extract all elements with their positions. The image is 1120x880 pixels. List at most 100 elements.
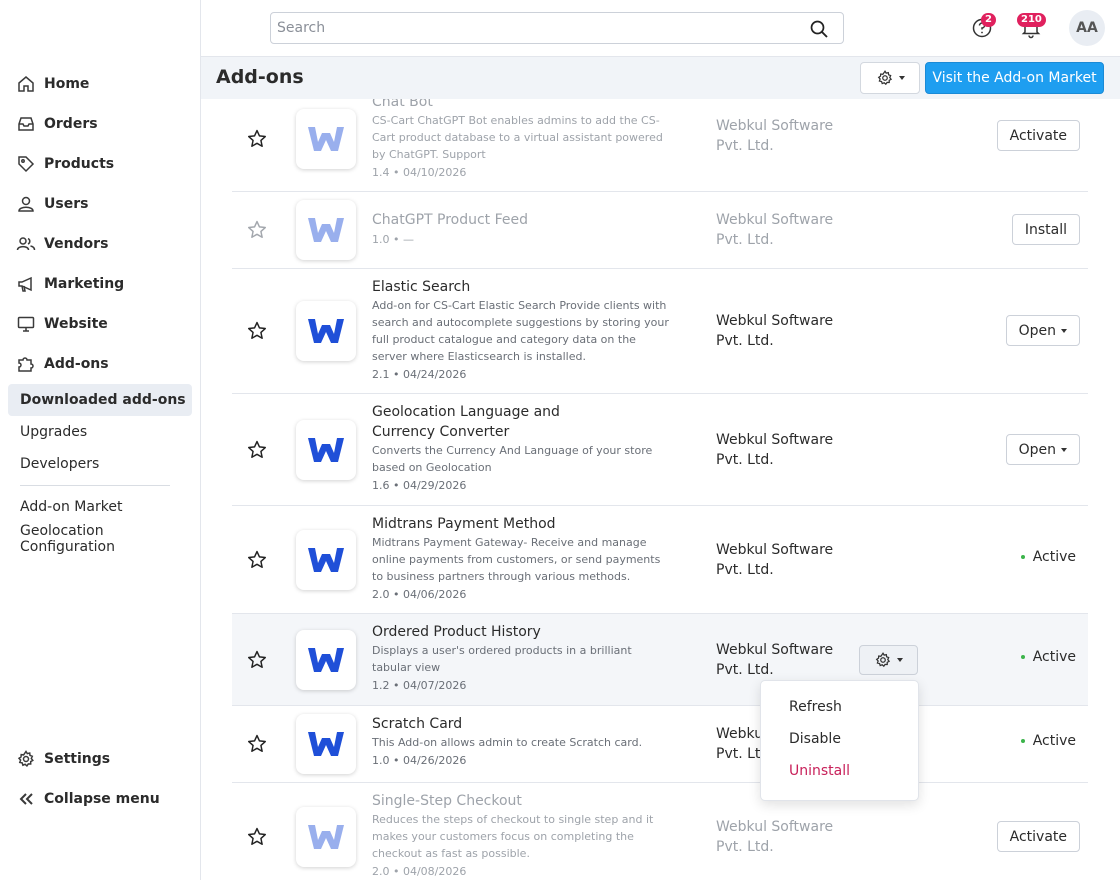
addon-description: Add-on for CS-Cart Elastic Search Provid… <box>372 299 669 363</box>
open-dropdown-button[interactable]: Open <box>1005 434 1080 465</box>
addon-vendor: Webkul Software Pvt. Ltd. <box>716 819 834 855</box>
nav-marketing[interactable]: Marketing <box>16 269 124 299</box>
addon-description: Reduces the steps of checkout to single … <box>372 813 654 860</box>
addon-logo <box>296 630 356 690</box>
addon-name[interactable]: Single-Step Checkout <box>372 791 662 811</box>
addon-row: ChatGPT Product Feed 1.0 • — Webkul Soft… <box>232 192 1088 269</box>
menu-item-refresh[interactable]: Refresh <box>789 699 842 715</box>
open-button-label: Open <box>1018 441 1056 458</box>
nav-products[interactable]: Products <box>16 149 114 179</box>
status-label: Active <box>1032 733 1076 749</box>
menu-item-disable[interactable]: Disable <box>789 731 841 747</box>
subnav-addon-market[interactable]: Add-on Market <box>8 491 192 523</box>
nav-orders-label: Orders <box>44 116 98 132</box>
star-icon[interactable] <box>246 128 268 150</box>
open-dropdown-button[interactable]: Open <box>1005 315 1080 346</box>
nav-website[interactable]: Website <box>16 309 108 339</box>
status-active: Active <box>1020 649 1076 665</box>
addon-version-date: 1.0 • — <box>372 233 414 246</box>
addon-description: Displays a user's ordered products in a … <box>372 644 632 674</box>
addon-description: This Add-on allows admin to create Scrat… <box>372 736 643 749</box>
home-icon <box>18 76 34 92</box>
monitor-icon <box>17 316 35 332</box>
install-button[interactable]: Install <box>1011 214 1080 245</box>
addon-version-date: 2.1 • 04/24/2026 <box>372 368 467 381</box>
addon-description: Midtrans Payment Gateway- Receive and ma… <box>372 536 661 583</box>
addon-name[interactable]: Elastic Search <box>372 277 672 297</box>
addon-description: Converts the Currency And Language of yo… <box>372 444 653 474</box>
avatar[interactable]: AA <box>1069 10 1105 46</box>
addon-row: Elastic Search Add-on for CS-Cart Elasti… <box>232 269 1088 394</box>
addon-logo <box>296 714 356 774</box>
addon-logo <box>296 109 356 169</box>
addon-name[interactable]: Ordered Product History <box>372 622 642 642</box>
webkul-logo-icon <box>308 319 344 343</box>
addon-row: Single-Step Checkout Reduces the steps o… <box>232 783 1088 880</box>
addon-version-date: 1.2 • 04/07/2026 <box>372 679 467 692</box>
star-icon[interactable] <box>246 219 268 241</box>
menu-item-uninstall[interactable]: Uninstall <box>789 763 850 779</box>
subnav-upgrades[interactable]: Upgrades <box>8 416 192 448</box>
addon-version-date: 1.4 • 04/10/2026 <box>372 166 467 179</box>
addon-vendor: Webkul Software Pvt. Ltd. <box>716 118 834 154</box>
puzzle-icon <box>18 357 34 372</box>
double-chevron-left-icon <box>19 793 33 805</box>
nav-vendors[interactable]: Vendors <box>16 229 108 259</box>
search-icon[interactable] <box>809 19 829 39</box>
addon-vendor: Webkul Software Pvt. Ltd. <box>716 642 834 678</box>
star-icon[interactable] <box>246 549 268 571</box>
star-icon[interactable] <box>246 733 268 755</box>
addon-name[interactable]: Scratch Card <box>372 714 672 734</box>
search-input[interactable] <box>271 13 791 43</box>
star-icon[interactable] <box>246 320 268 342</box>
addon-info: Ordered Product History Displays a user'… <box>372 622 642 694</box>
visit-addon-market-button[interactable]: Visit the Add-on Market <box>925 62 1104 94</box>
addon-name[interactable]: ChatGPT Product Feed <box>372 210 672 230</box>
addon-settings-button[interactable] <box>859 645 918 675</box>
users-icon <box>16 237 36 251</box>
help-badge: 2 <box>981 13 996 27</box>
nav-orders[interactable]: Orders <box>16 109 98 139</box>
nav-addons[interactable]: Add-ons <box>16 349 109 379</box>
activate-button[interactable]: Activate <box>996 120 1080 151</box>
nav-settings[interactable]: Settings <box>16 744 110 774</box>
addon-info: ChatGPT Product Feed 1.0 • — <box>372 210 672 248</box>
addon-logo <box>296 420 356 480</box>
status-active: Active <box>1020 733 1076 749</box>
subnav-geolocation-configuration[interactable]: Geolocation Configuration <box>8 523 192 555</box>
nav-marketing-label: Marketing <box>44 276 125 292</box>
user-icon <box>18 196 34 212</box>
addon-name[interactable]: Midtrans Payment Method <box>372 514 662 534</box>
star-icon[interactable] <box>246 439 268 461</box>
addon-vendor: Webkul Software Pvt. Ltd. <box>716 542 834 578</box>
nav-users[interactable]: Users <box>16 189 88 219</box>
chevron-down-icon <box>1061 447 1067 452</box>
subnav-downloaded-addons[interactable]: Downloaded add-ons <box>8 384 192 416</box>
addon-description: CS-Cart ChatGPT Bot enables admins to ad… <box>372 114 663 161</box>
status-active: Active <box>1020 549 1076 565</box>
nav-home[interactable]: Home <box>16 69 89 99</box>
addon-info: Geolocation Language and Currency Conver… <box>372 402 652 494</box>
settings-dropdown-button[interactable] <box>860 62 920 94</box>
webkul-logo-icon <box>308 732 344 756</box>
addon-info: Chat Bot CS-Cart ChatGPT Bot enables adm… <box>372 99 672 181</box>
addon-logo <box>296 200 356 260</box>
star-icon[interactable] <box>246 826 268 848</box>
addon-version-date: 2.0 • 04/06/2026 <box>372 588 467 601</box>
addon-name[interactable]: Chat Bot <box>372 99 672 112</box>
gear-icon <box>877 70 892 86</box>
addon-name[interactable]: Geolocation Language and Currency Conver… <box>372 402 612 442</box>
addon-row: Scratch Card This Add-on allows admin to… <box>232 706 1088 783</box>
addon-logo <box>296 530 356 590</box>
addon-vendor: Webkul Software Pvt. Ltd. <box>716 432 834 468</box>
sidebar: Home Orders Products Users Vendors Marke… <box>0 0 201 880</box>
nav-settings-label: Settings <box>44 751 111 767</box>
activate-button[interactable]: Activate <box>996 821 1080 852</box>
tag-icon <box>18 156 35 173</box>
webkul-logo-icon <box>308 438 344 462</box>
star-icon[interactable] <box>246 649 268 671</box>
collapse-menu-button[interactable]: Collapse menu <box>16 784 160 814</box>
nav-addons-label: Add-ons <box>44 356 109 372</box>
status-dot-icon <box>1020 555 1025 559</box>
subnav-developers[interactable]: Developers <box>8 448 192 480</box>
